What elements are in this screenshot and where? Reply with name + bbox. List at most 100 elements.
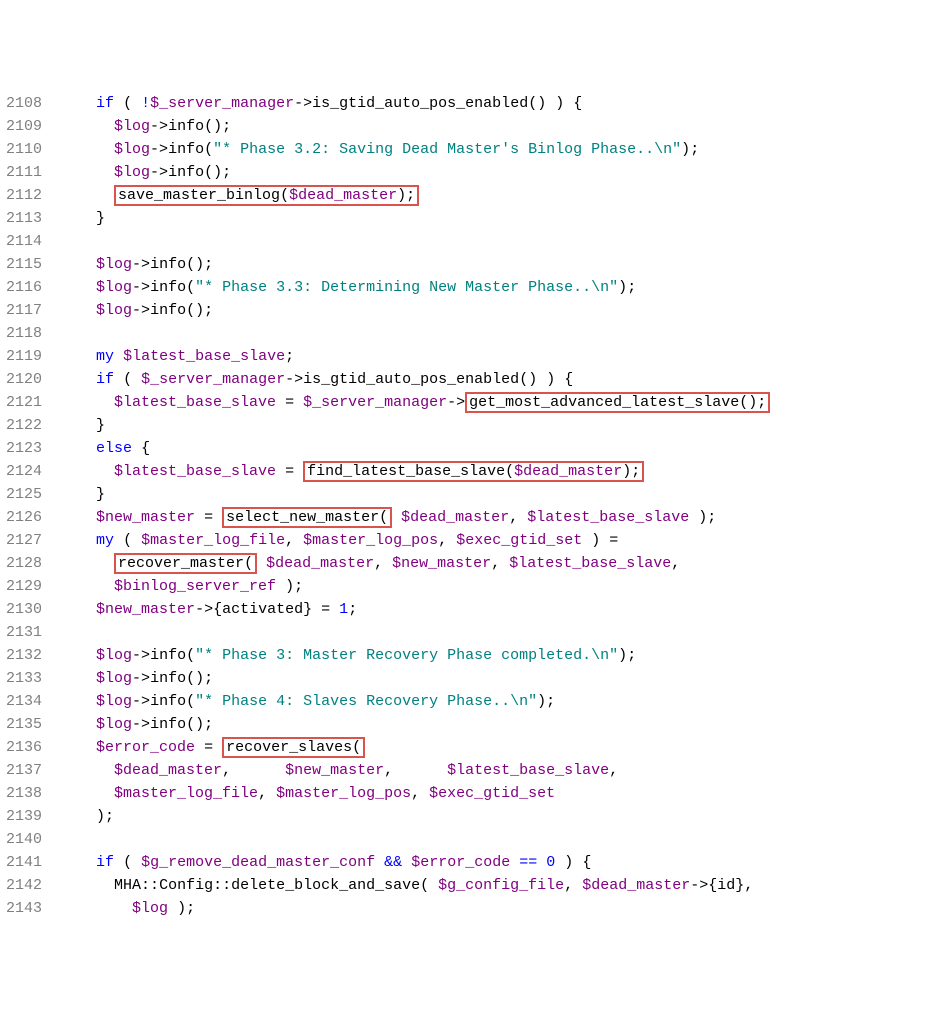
semi: ; — [204, 670, 213, 687]
var-log: $log — [96, 647, 132, 664]
var-dead-master: $dead_master — [289, 187, 397, 204]
paren: ( — [528, 95, 537, 112]
func-recover-slaves: recover_slaves — [226, 739, 352, 756]
line-number: 2125 — [6, 486, 42, 503]
equals: = — [609, 532, 618, 549]
equals: = — [204, 509, 213, 526]
var-latest-base-slave: $latest_base_slave — [447, 762, 609, 779]
line-number: 2108 — [6, 95, 42, 112]
paren: ) — [177, 900, 186, 917]
paren: ) — [195, 716, 204, 733]
paren: ) — [528, 371, 537, 388]
semi: ; — [204, 302, 213, 319]
paren: ( — [204, 141, 213, 158]
line-number: 2118 — [6, 325, 42, 342]
paren: ) — [195, 256, 204, 273]
var-server-manager: $_server_manager — [150, 95, 294, 112]
scope: :: — [141, 877, 159, 894]
var-new-master: $new_master — [285, 762, 384, 779]
paren: ( — [280, 187, 289, 204]
brace: { — [573, 95, 582, 112]
var-master-log-file: $master_log_file — [114, 785, 258, 802]
comma: , — [222, 762, 231, 779]
comma: , — [671, 555, 680, 572]
line-number: 2142 — [6, 877, 42, 894]
paren: ) — [213, 118, 222, 135]
paren: ) — [618, 647, 627, 664]
semi: ; — [105, 808, 114, 825]
var-dead-master: $dead_master — [514, 463, 622, 480]
hash-key-id: id — [717, 877, 735, 894]
var-server-manager: $_server_manager — [303, 394, 447, 411]
paren: ( — [379, 509, 388, 526]
method-info: info — [150, 279, 186, 296]
var-exec-gtid-set: $exec_gtid_set — [429, 785, 555, 802]
paren: ( — [186, 256, 195, 273]
method-info: info — [150, 716, 186, 733]
operator-not: ! — [141, 95, 150, 112]
var-g-config-file: $g_config_file — [438, 877, 564, 894]
line-number: 2133 — [6, 670, 42, 687]
highlight-recover-slaves: recover_slaves( — [222, 737, 365, 758]
paren: ( — [186, 670, 195, 687]
brace: } — [735, 877, 744, 894]
arrow: -> — [150, 141, 168, 158]
keyword-if: if — [96, 371, 114, 388]
paren: ) — [213, 164, 222, 181]
var-exec-gtid-set: $exec_gtid_set — [456, 532, 582, 549]
paren: ( — [123, 532, 132, 549]
line-number: 2134 — [6, 693, 42, 710]
func-find-latest-base-slave: find_latest_base_slave — [307, 463, 505, 480]
comma: , — [438, 532, 447, 549]
brace: } — [303, 601, 312, 618]
var-log: $log — [114, 141, 150, 158]
var-log: $log — [96, 716, 132, 733]
var-master-log-file: $master_log_file — [141, 532, 285, 549]
line-number: 2132 — [6, 647, 42, 664]
paren: ) — [618, 279, 627, 296]
highlight-get-most-advanced: get_most_advanced_latest_slave(); — [465, 392, 770, 413]
var-latest-base-slave: $latest_base_slave — [114, 463, 276, 480]
var-log: $log — [114, 118, 150, 135]
arrow: -> — [447, 394, 465, 411]
var-new-master: $new_master — [96, 601, 195, 618]
method-info: info — [150, 670, 186, 687]
brace: } — [96, 486, 105, 503]
string-phase-3-2: "* Phase 3.2: Saving Dead Master's Binlo… — [213, 141, 681, 158]
var-log: $log — [114, 164, 150, 181]
paren: ) — [622, 463, 631, 480]
paren: ) — [698, 509, 707, 526]
equals: = — [321, 601, 330, 618]
highlight-find-latest-base-slave: find_latest_base_slave($dead_master); — [303, 461, 644, 482]
semi: ; — [294, 578, 303, 595]
number-0: 0 — [546, 854, 555, 871]
line-number: 2111 — [6, 164, 42, 181]
line-number: 2113 — [6, 210, 42, 227]
paren: ( — [186, 647, 195, 664]
var-dead-master: $dead_master — [114, 762, 222, 779]
method-info: info — [168, 118, 204, 135]
code-area[interactable]: if ( !$_server_manager->is_gtid_auto_pos… — [56, 92, 935, 920]
paren: ) — [537, 693, 546, 710]
var-log: $log — [96, 693, 132, 710]
keyword-if: if — [96, 95, 114, 112]
var-latest-base-slave: $latest_base_slave — [114, 394, 276, 411]
arrow: -> — [150, 164, 168, 181]
line-number: 2135 — [6, 716, 42, 733]
paren: ( — [123, 854, 132, 871]
paren: ) — [397, 187, 406, 204]
line-number: 2110 — [6, 141, 42, 158]
line-number: 2143 — [6, 900, 42, 917]
paren: ( — [204, 118, 213, 135]
semi: ; — [627, 647, 636, 664]
arrow: -> — [132, 279, 150, 296]
arrow: -> — [285, 371, 303, 388]
func-select-new-master: select_new_master — [226, 509, 379, 526]
paren: ) — [591, 532, 600, 549]
paren: ( — [186, 279, 195, 296]
paren: ) — [564, 854, 573, 871]
highlight-recover-master: recover_master( — [114, 553, 257, 574]
var-latest-base-slave: $latest_base_slave — [527, 509, 689, 526]
var-master-log-pos: $master_log_pos — [276, 785, 411, 802]
line-number: 2137 — [6, 762, 42, 779]
